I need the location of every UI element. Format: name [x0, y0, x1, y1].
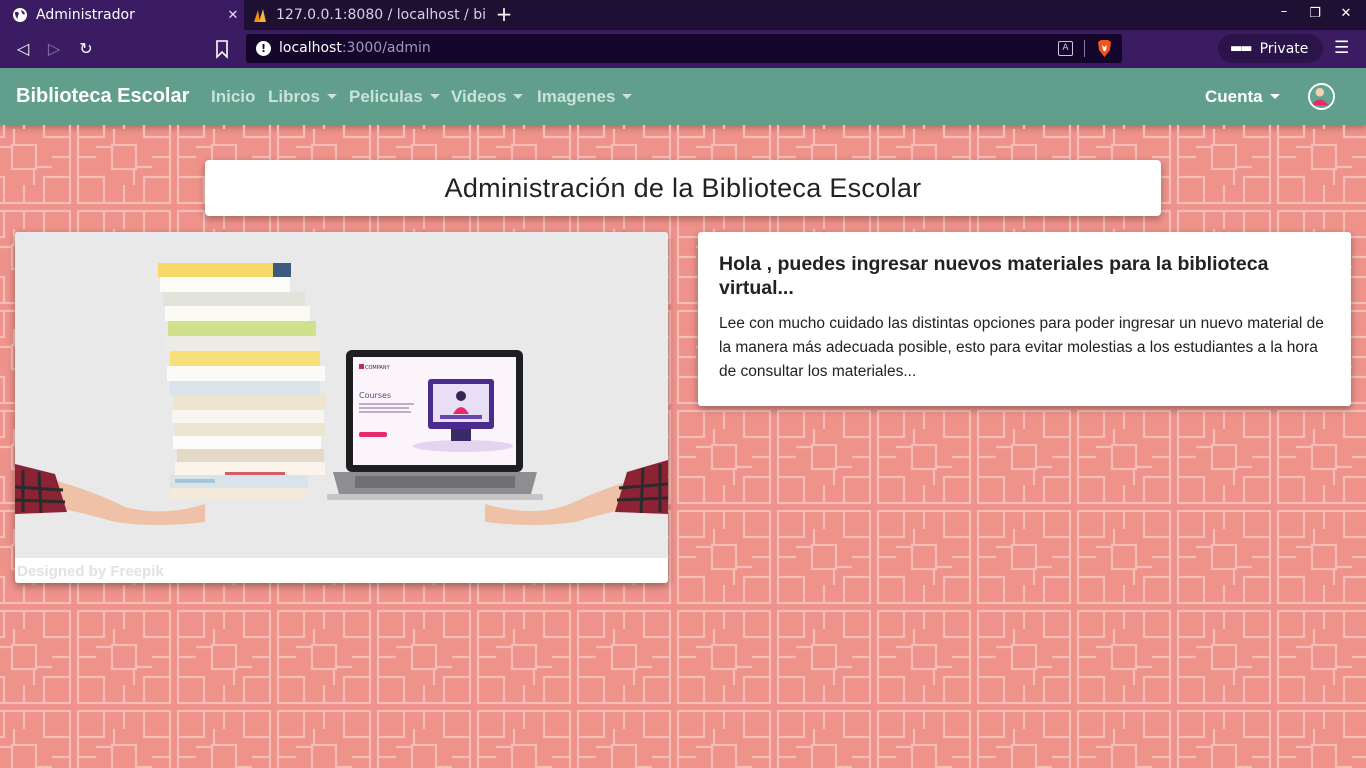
caret-down-icon: [1269, 94, 1280, 100]
laptop-heading-text: Courses: [359, 391, 391, 400]
divider: [1084, 40, 1085, 57]
nav-dropdown-peliculas[interactable]: Peliculas: [349, 87, 440, 107]
new-tab-button[interactable]: +: [493, 4, 515, 26]
menu-icon[interactable]: ☰: [1334, 38, 1349, 58]
brave-shields-icon[interactable]: [1096, 39, 1113, 58]
address-url[interactable]: localhost:3000/admin: [279, 40, 431, 56]
app-navbar: Biblioteca Escolar Inicio Libros Pelicul…: [0, 68, 1366, 125]
info-card-heading: Hola , puedes ingresar nuevos materiales…: [719, 253, 1269, 299]
page-title: Administración de la Biblioteca Escolar: [444, 172, 922, 203]
reload-icon[interactable]: ↻: [76, 39, 96, 59]
page-title-card: Administración de la Biblioteca Escolar: [205, 160, 1161, 216]
caret-down-icon: [326, 94, 337, 100]
image-credit: Designed by Freepik: [17, 563, 164, 580]
phpmyadmin-icon: [254, 9, 266, 22]
browser-tab-strip: Administrador ✕ 127.0.0.1:8080 / localho…: [0, 0, 1366, 30]
globe-icon: [13, 8, 27, 22]
close-tab-icon[interactable]: ✕: [222, 8, 244, 23]
hero-image-card: COMPANY Courses Designed by Freepik: [15, 232, 668, 583]
info-card-body: Lee con mucho cuidado las distintas opci…: [719, 315, 1324, 380]
caret-down-icon: [622, 94, 633, 100]
brand-link[interactable]: Biblioteca Escolar: [16, 85, 189, 108]
nav-dropdown-videos[interactable]: Videos: [451, 87, 524, 107]
close-window-icon[interactable]: ✕: [1336, 6, 1356, 21]
tab-phpmyadmin[interactable]: 127.0.0.1:8080 / localhost / bib: [246, 0, 486, 30]
laptop-brand-text: COMPANY: [365, 365, 391, 371]
books-laptop-illustration: COMPANY Courses: [15, 232, 668, 558]
account-dropdown[interactable]: Cuenta: [1205, 87, 1280, 107]
user-avatar-icon[interactable]: [1308, 83, 1335, 110]
tab-administrador[interactable]: Administrador ✕: [0, 0, 244, 30]
nav-dropdown-imagenes[interactable]: Imagenes: [537, 87, 633, 107]
caret-down-icon: [513, 94, 524, 100]
bookmark-icon[interactable]: [215, 39, 229, 59]
nav-dropdown-libros[interactable]: Libros: [268, 87, 337, 107]
back-icon[interactable]: ◁: [13, 39, 33, 59]
private-glasses-icon: ▬▬: [1230, 41, 1253, 56]
minimize-icon[interactable]: –: [1274, 4, 1294, 19]
maximize-icon[interactable]: ❐: [1305, 6, 1325, 21]
nav-link-inicio[interactable]: Inicio: [211, 87, 255, 107]
browser-toolbar: ◁ ▷ ↻ ! localhost:3000/admin A ▬▬ Privat…: [0, 30, 1366, 68]
private-window-badge[interactable]: ▬▬ Private: [1218, 34, 1323, 63]
site-info-icon[interactable]: !: [256, 41, 271, 56]
tab-title: 127.0.0.1:8080 / localhost / bib: [276, 7, 486, 23]
address-bar[interactable]: ! localhost:3000/admin A: [246, 34, 1122, 63]
tab-title: Administrador: [36, 7, 135, 23]
translate-icon[interactable]: A: [1058, 41, 1073, 56]
info-card: Hola , puedes ingresar nuevos materiales…: [698, 232, 1351, 406]
forward-icon: ▷: [47, 39, 61, 58]
private-label: Private: [1259, 40, 1309, 57]
caret-down-icon: [429, 94, 440, 100]
